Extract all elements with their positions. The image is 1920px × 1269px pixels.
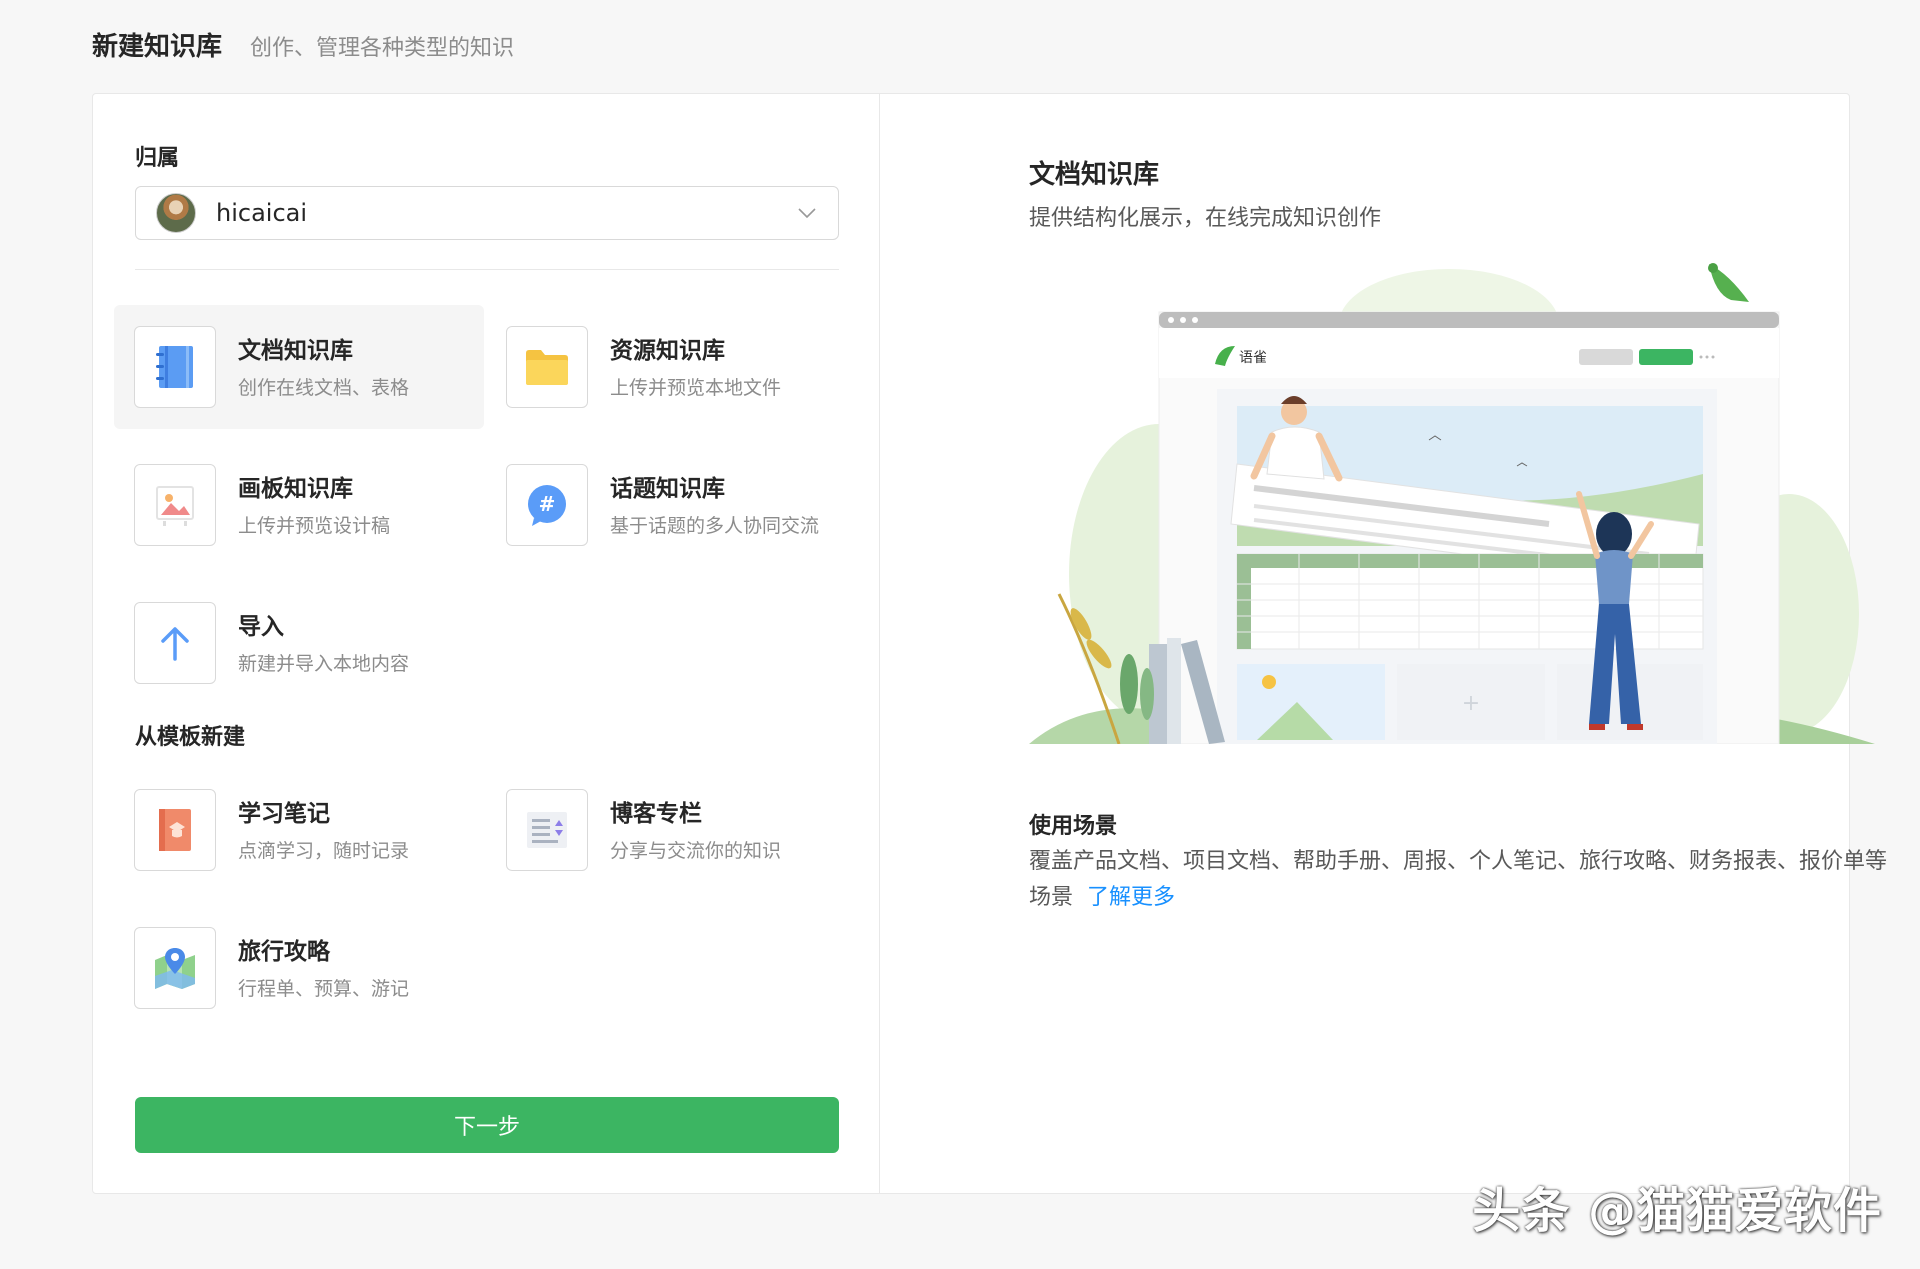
option-title: 资源知识库 [610,338,725,364]
type-option-board[interactable]: 画板知识库 上传并预览设计稿 [114,443,484,567]
folder-icon [506,326,588,408]
preview-panel: 文档知识库 提供结构化展示，在线完成知识创作 语雀 + 使用场景 覆盖产品文档、… [881,94,1887,1193]
preview-desc: 提供结构化展示，在线完成知识创作 [1029,206,1382,231]
option-desc: 创作在线文档、表格 [238,377,410,399]
page-title: 新建知识库 [92,32,223,62]
option-title: 文档知识库 [238,338,353,364]
option-desc: 基于话题的多人协同交流 [610,515,820,537]
hashtag-chat-icon: # [506,464,588,546]
type-option-doc[interactable]: 文档知识库 创作在线文档、表格 [114,305,484,429]
owner-label: 归属 [135,146,180,171]
arrow-up-icon [134,602,216,684]
owner-select[interactable]: hicaicai [135,186,839,240]
doc-book-icon [134,326,216,408]
doc-repo-illustration: 语雀 + [1029,263,1875,744]
usage-description: 覆盖产品文档、项目文档、帮助手册、周报、个人笔记、旅行攻略、财务报表、报价单等场… [1029,844,1889,916]
type-selector-panel: 归属 hicaicai 文档知识库 创作在线文档、表格 资源知识库 上传并预览本… [93,94,880,1193]
app-logo-text: 语雀 [1239,350,1267,366]
chevron-down-icon [796,202,818,224]
preview-title: 文档知识库 [1029,160,1160,190]
create-repo-card: 归属 hicaicai 文档知识库 创作在线文档、表格 资源知识库 上传并预览本… [92,93,1887,1194]
notebook-icon [134,789,216,871]
type-option-resource[interactable]: 资源知识库 上传并预览本地文件 [486,305,856,429]
type-option-import[interactable]: 导入 新建并导入本地内容 [114,581,484,705]
template-blog-column[interactable]: 博客专栏 分享与交流你的知识 [486,768,856,892]
option-desc: 分享与交流你的知识 [610,840,782,862]
option-title: 学习笔记 [238,801,330,827]
option-title: 话题知识库 [610,476,725,502]
option-title: 导入 [238,614,284,640]
option-desc: 新建并导入本地内容 [238,653,410,675]
picture-board-icon [134,464,216,546]
option-title: 博客专栏 [610,801,702,827]
svg-text:+: + [1462,691,1480,716]
blog-doc-icon [506,789,588,871]
page-header: 新建知识库 创作、管理各种类型的知识 [92,26,514,66]
avatar [156,193,196,233]
usage-title: 使用场景 [1029,814,1118,839]
type-option-topic[interactable]: # 话题知识库 基于话题的多人协同交流 [486,443,856,567]
divider [135,269,839,270]
option-desc: 点滴学习，随时记录 [238,840,410,862]
map-pin-icon [134,927,216,1009]
owner-name: hicaicai [216,199,308,227]
next-step-button[interactable]: 下一步 [135,1097,839,1153]
watermark: 头条 @猫猫爱软件 [1472,1183,1882,1239]
option-title: 画板知识库 [238,476,353,502]
template-section-label: 从模板新建 [135,725,246,750]
option-desc: 上传并预览本地文件 [610,377,782,399]
template-travel-guide[interactable]: 旅行攻略 行程单、预算、游记 [114,906,484,1030]
template-study-notes[interactable]: 学习笔记 点滴学习，随时记录 [114,768,484,892]
option-desc: 上传并预览设计稿 [238,515,391,537]
option-title: 旅行攻略 [238,939,330,965]
page-subtitle: 创作、管理各种类型的知识 [250,36,515,61]
learn-more-link[interactable]: 了解更多 [1087,885,1175,910]
option-desc: 行程单、预算、游记 [238,978,410,1000]
svg-text:#: # [539,492,556,516]
